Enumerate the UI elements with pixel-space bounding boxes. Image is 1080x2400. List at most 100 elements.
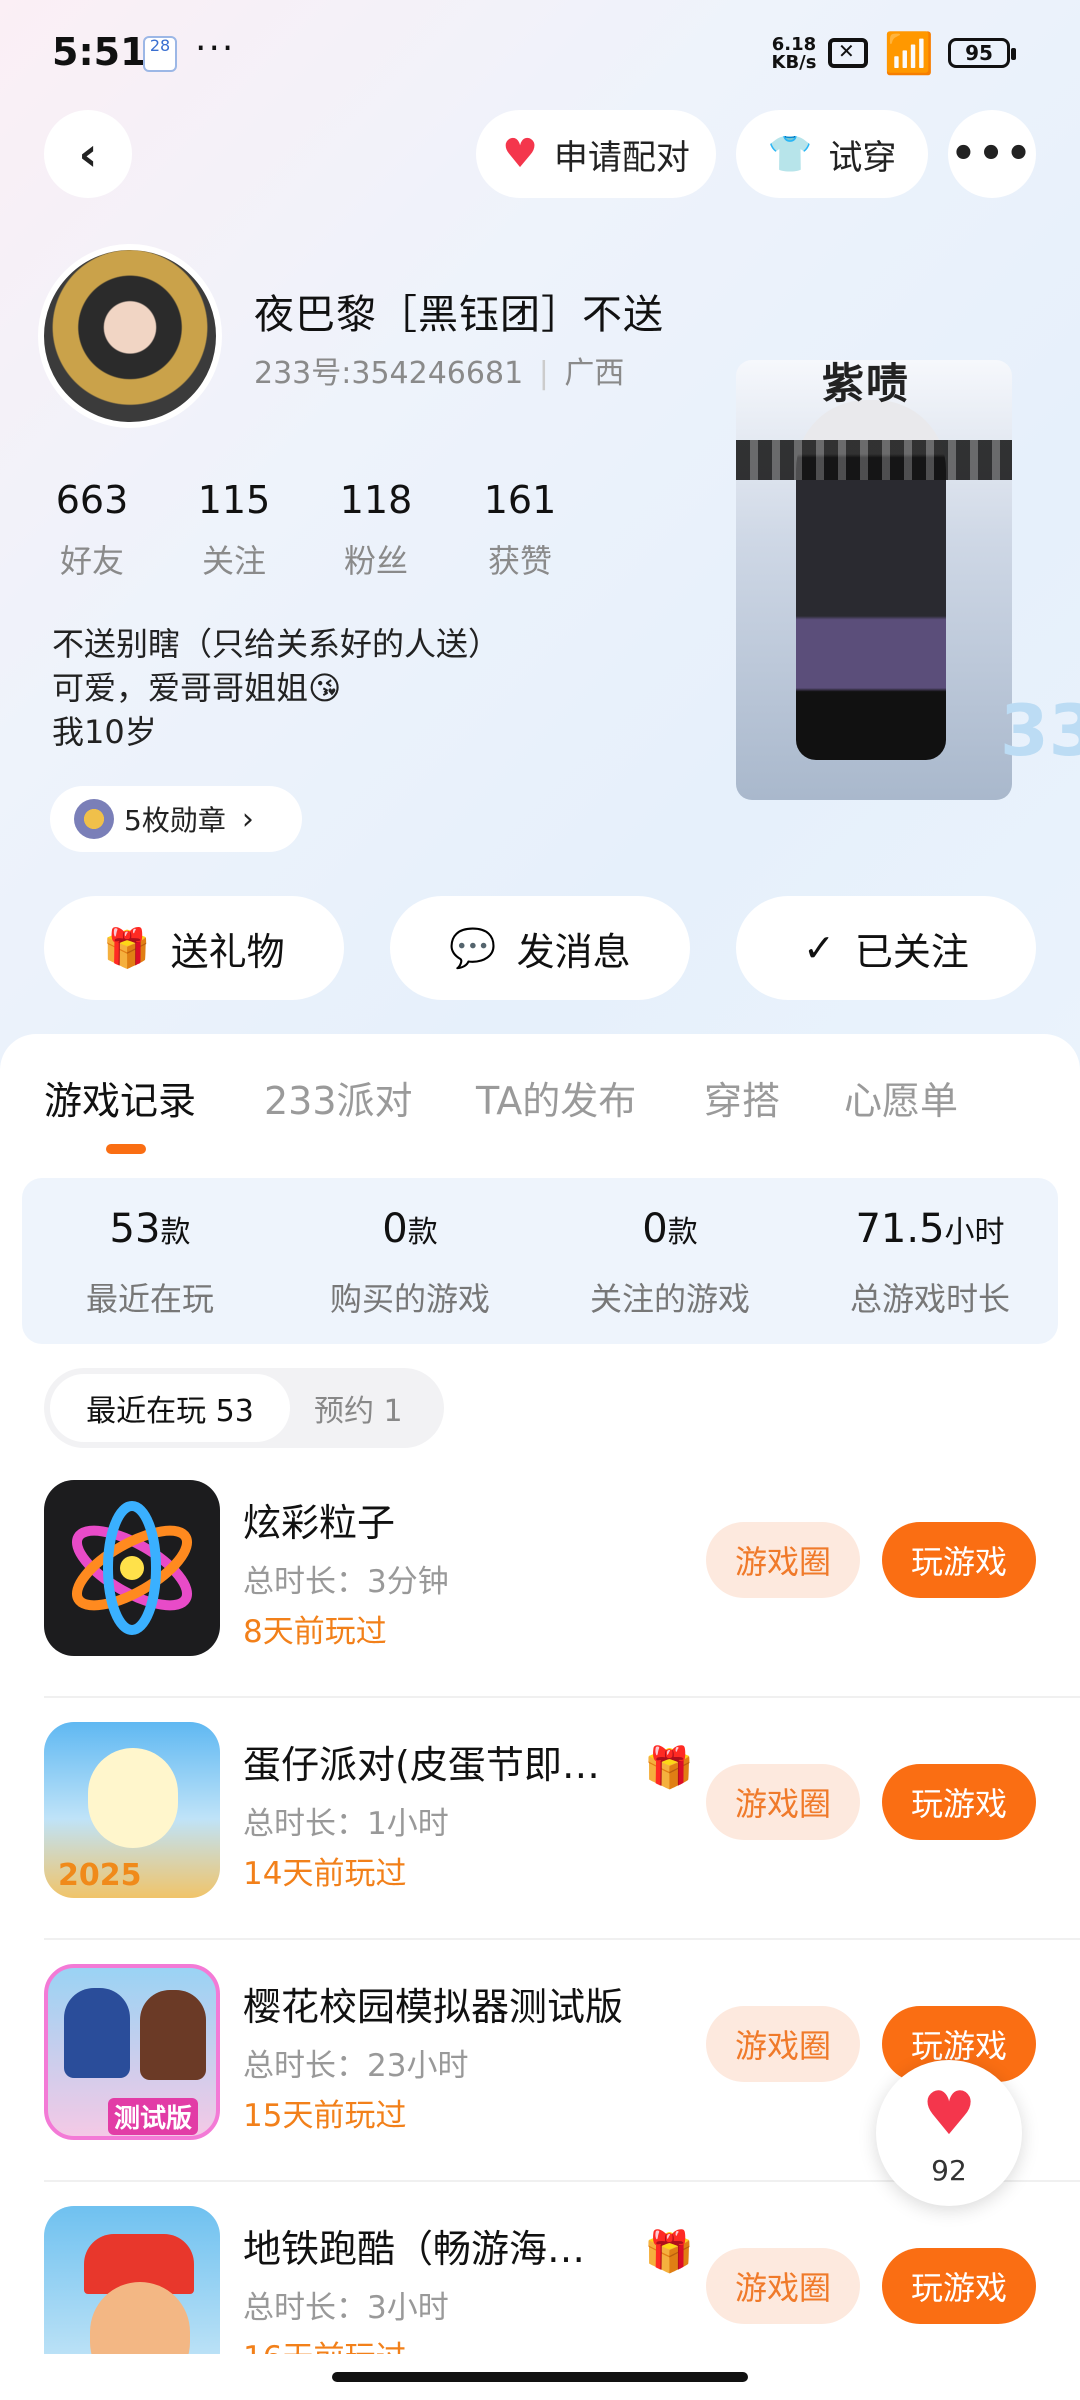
stat-following[interactable]: 115 关注 <box>174 478 294 582</box>
more-notifications-icon: ··· <box>195 28 236 69</box>
play-game-button[interactable]: 玩游戏 <box>882 2248 1036 2324</box>
followed-button[interactable]: ✓ 已关注 <box>736 896 1036 1000</box>
summary-unit: 款 <box>160 1215 191 1250</box>
apply-pair-button[interactable]: ♥ 申请配对 <box>476 110 716 198</box>
stat-friends[interactable]: 663 好友 <box>32 478 152 582</box>
calendar-icon: 28 <box>143 36 177 72</box>
summary-value: 0 <box>642 1206 668 1252</box>
more-button[interactable]: ••• <box>948 110 1036 198</box>
uid-text: 233号:354246681 <box>254 356 524 391</box>
uid-divider: | <box>538 356 549 391</box>
battery-icon: 95 <box>948 38 1016 68</box>
stat-value: 663 <box>55 478 129 522</box>
game-title: 炫彩粒子 <box>243 1501 396 1545</box>
chat-icon: 💬 <box>449 925 497 970</box>
game-icon <box>44 2206 220 2354</box>
net-speed: 6.18 KB/s <box>771 34 817 73</box>
character-title: 紫啧 <box>822 359 911 408</box>
tab-wishlist[interactable]: 心愿单 <box>844 1070 958 1125</box>
game-last-played: 16天前玩过 <box>243 2332 406 2354</box>
back-arrow-icon: ‹ <box>78 127 98 181</box>
play-game-button[interactable]: 玩游戏 <box>882 1522 1036 1598</box>
stat-label: 好友 <box>59 542 124 580</box>
heart-icon: ♥ <box>922 2079 976 2149</box>
gift-icon: 🎁 <box>644 2229 694 2275</box>
send-gift-label: 送礼物 <box>170 929 285 974</box>
game-duration: 总时长：3小时 <box>243 2290 449 2326</box>
profile-name: 夜巴黎［黑钰团］不送 <box>254 292 664 338</box>
game-circle-button[interactable]: 游戏圈 <box>706 1522 860 1598</box>
stat-label: 粉丝 <box>343 542 408 580</box>
avatar-character-image[interactable] <box>736 360 1012 800</box>
game-duration: 总时长：3分钟 <box>243 1564 449 1600</box>
play-game-button[interactable]: 玩游戏 <box>882 1764 1036 1840</box>
gift-icon: 🎁 <box>103 925 151 970</box>
back-button[interactable]: ‹ <box>44 110 132 198</box>
stat-value: 118 <box>339 478 413 522</box>
game-circle-button[interactable]: 游戏圈 <box>706 1764 860 1840</box>
no-sim-icon <box>828 38 868 68</box>
game-title: 樱花校园模拟器测试版 <box>243 1985 624 2029</box>
summary-value: 53 <box>109 1206 161 1252</box>
summary-total-time: 71.5小时 总游戏时长 <box>810 1206 1050 1320</box>
tab-outfits[interactable]: 穿搭 <box>704 1070 780 1125</box>
game-icon: 2025 <box>44 1722 220 1898</box>
stat-fans[interactable]: 118 粉丝 <box>316 478 436 582</box>
list-item[interactable]: 2025 蛋仔派对(皮蛋节即… 🎁 总时长：1小时 14天前玩过 游戏圈 玩游戏 <box>0 1698 1080 1940</box>
status-time: 5:51 <box>52 30 147 74</box>
send-gift-button[interactable]: 🎁 送礼物 <box>44 896 344 1000</box>
chevron-right-icon: › <box>241 801 254 837</box>
bio-line: 我10岁 <box>52 713 157 751</box>
try-on-button[interactable]: 👕 试穿 <box>736 110 928 198</box>
summary-recent: 53款 最近在玩 <box>30 1206 270 1320</box>
summary-followed: 0款 关注的游戏 <box>550 1206 790 1320</box>
summary-label: 关注的游戏 <box>589 1280 750 1318</box>
try-on-label: 试穿 <box>828 137 897 178</box>
send-message-label: 发消息 <box>516 929 631 974</box>
game-icon: 测试版 <box>44 1964 220 2140</box>
segment-control: 最近在玩 53 预约 1 <box>44 1368 444 1448</box>
segment-reserve[interactable]: 预约 1 <box>314 1374 403 1442</box>
send-message-button[interactable]: 💬 发消息 <box>390 896 690 1000</box>
region-text: 广西 <box>564 356 625 391</box>
badges-button[interactable]: 5枚勋章 › <box>50 786 302 852</box>
stat-value: 161 <box>483 478 557 522</box>
tab-game-records[interactable]: 游戏记录 <box>44 1070 196 1125</box>
game-title: 蛋仔派对(皮蛋节即… <box>243 1743 600 1787</box>
list-item[interactable]: 炫彩粒子 总时长：3分钟 8天前玩过 游戏圈 玩游戏 <box>0 1456 1080 1698</box>
tab-ta-posts[interactable]: TA的发布 <box>476 1070 636 1125</box>
summary-label: 总游戏时长 <box>849 1280 1010 1318</box>
avatar[interactable] <box>38 244 222 428</box>
summary-label: 最近在玩 <box>85 1280 214 1318</box>
game-circle-button[interactable]: 游戏圈 <box>706 2006 860 2082</box>
profile-uid: 233号:354246681 | 广西 <box>254 348 624 392</box>
list-item[interactable]: 地铁跑酷（畅游海… 🎁 总时长：3小时 16天前玩过 游戏圈 玩游戏 <box>0 2182 1080 2354</box>
summary-unit: 款 <box>667 1215 698 1250</box>
game-last-played: 14天前玩过 <box>243 1856 407 1892</box>
home-indicator[interactable] <box>332 2372 748 2382</box>
apply-pair-label: 申请配对 <box>553 137 690 178</box>
summary-value: 71.5 <box>855 1206 945 1252</box>
heart-icon: ♥ <box>502 131 538 177</box>
character-33-logo: 33 <box>1000 690 1080 772</box>
stat-likes[interactable]: 161 获赞 <box>460 478 580 582</box>
game-duration: 总时长：1小时 <box>243 1806 449 1842</box>
tab-233-party[interactable]: 233派对 <box>264 1070 413 1125</box>
gift-icon: 🎁 <box>644 1745 694 1791</box>
stat-label: 关注 <box>201 542 266 580</box>
game-last-played: 15天前玩过 <box>243 2098 407 2134</box>
check-icon: ✓ <box>803 926 835 970</box>
segment-recent[interactable]: 最近在玩 53 <box>50 1374 290 1442</box>
bio-line: 可爱，爱哥哥姐姐😘 <box>52 669 342 707</box>
game-icon <box>44 1480 220 1656</box>
profile-bio: 不送别瞎（只给关系好的人送） 可爱，爱哥哥姐姐😘 我10岁 <box>52 622 500 754</box>
game-last-played: 8天前玩过 <box>243 1614 387 1650</box>
more-dots-icon: ••• <box>950 131 1034 177</box>
badges-label: 5枚勋章 <box>124 804 226 837</box>
game-circle-button[interactable]: 游戏圈 <box>706 2248 860 2324</box>
like-floating-button[interactable]: ♥ 92 <box>876 2060 1022 2206</box>
tshirt-icon: 👕 <box>767 134 813 175</box>
followed-label: 已关注 <box>854 929 969 974</box>
tab-indicator <box>106 1144 146 1154</box>
like-count: 92 <box>931 2154 967 2187</box>
